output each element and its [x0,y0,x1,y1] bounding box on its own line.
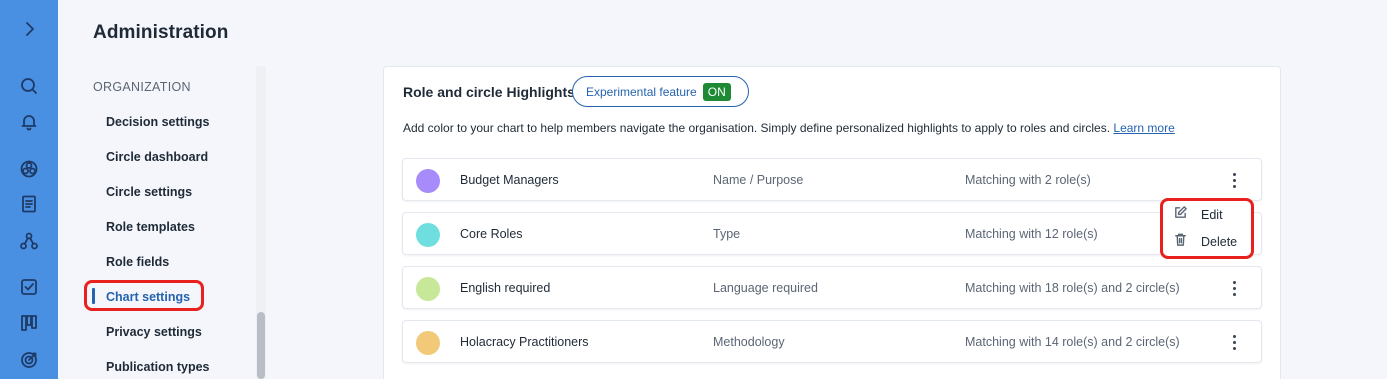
highlight-name: Holacracy Practitioners [460,335,589,349]
highlight-match-count: Matching with 12 role(s) [965,227,1098,241]
more-options-icon[interactable] [1223,169,1245,191]
document-icon[interactable] [0,190,58,218]
sidebar-item-publication-types[interactable]: Publication types [106,360,210,374]
panel-description: Add color to your chart to help members … [403,121,1175,135]
experimental-feature-toggle[interactable]: Experimental feature ON [572,76,749,107]
highlight-box [84,280,204,311]
highlight-name: Core Roles [460,227,523,241]
highlight-match-count: Matching with 2 role(s) [965,173,1091,187]
edit-label: Edit [1201,208,1223,222]
highlight-match-count: Matching with 14 role(s) and 2 circle(s) [965,335,1180,349]
highlight-criterion: Name / Purpose [713,173,804,187]
roles-icon[interactable] [0,227,58,255]
sidebar-item-circle-dashboard[interactable]: Circle dashboard [106,150,208,164]
kanban-icon[interactable] [0,309,58,337]
page-title: Administration [93,22,229,43]
highlight-criterion: Methodology [713,335,785,349]
checklist-icon[interactable] [0,273,58,301]
color-dot [416,277,440,301]
sidebar-item-role-fields[interactable]: Role fields [106,255,169,269]
description-text: Add color to your chart to help members … [403,121,1111,135]
sidebar-scrollbar[interactable] [257,312,265,379]
sidebar-item-role-templates[interactable]: Role templates [106,220,195,234]
target-icon[interactable] [0,346,58,374]
experimental-label: Experimental feature [586,84,697,99]
bell-icon[interactable] [0,108,58,136]
edit-menu-item[interactable]: Edit [1173,204,1249,226]
highlight-row[interactable]: English required Language required Match… [402,266,1262,309]
highlight-criterion: Type [713,227,741,241]
more-options-icon[interactable] [1223,277,1245,299]
highlight-row[interactable]: Budget Managers Name / Purpose Matching … [402,158,1262,201]
chevron-right-icon[interactable] [0,15,58,43]
highlight-row[interactable]: Core Roles Type Matching with 12 role(s) [402,212,1262,255]
row-context-menu: Edit Delete [1160,198,1254,259]
chart-circles-icon[interactable] [0,155,58,183]
more-options-icon[interactable] [1223,331,1245,353]
color-dot [416,169,440,193]
highlight-criterion: Language required [713,281,818,295]
delete-menu-item[interactable]: Delete [1173,231,1249,253]
panel-title: Role and circle Highlights [403,84,575,100]
color-dot [416,223,440,247]
highlight-match-count: Matching with 18 role(s) and 2 circle(s) [965,281,1180,295]
trash-icon [1173,232,1188,252]
highlight-name: Budget Managers [460,173,559,187]
sidebar-section-organization: ORGANIZATION [93,80,191,94]
nav-rail [0,0,58,379]
sidebar-item-privacy-settings[interactable]: Privacy settings [106,325,202,339]
search-icon[interactable] [0,72,58,100]
highlight-row[interactable]: Holacracy Practitioners Methodology Matc… [402,320,1262,363]
color-dot [416,331,440,355]
sidebar-item-decision-settings[interactable]: Decision settings [106,115,210,129]
edit-icon [1173,205,1188,225]
highlight-name: English required [460,281,551,295]
sidebar-item-circle-settings[interactable]: Circle settings [106,185,192,199]
learn-more-link[interactable]: Learn more [1113,121,1174,135]
toggle-on-badge: ON [702,82,731,101]
delete-label: Delete [1201,235,1238,249]
